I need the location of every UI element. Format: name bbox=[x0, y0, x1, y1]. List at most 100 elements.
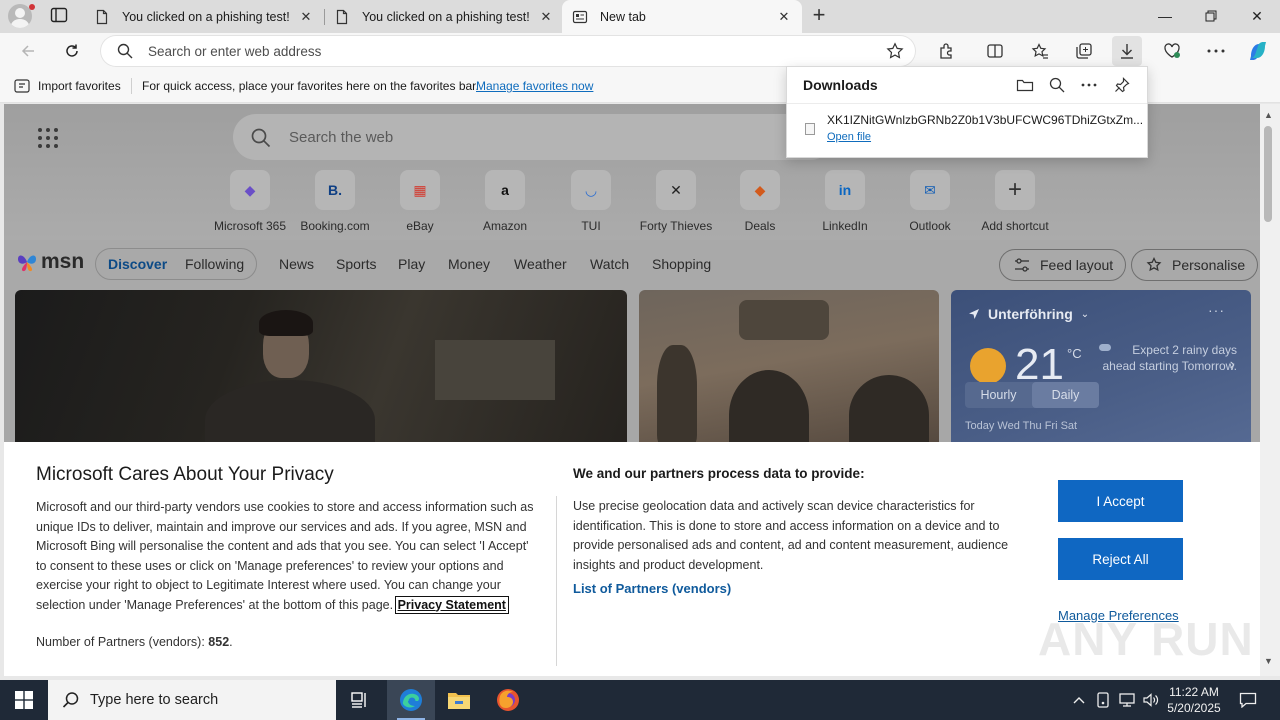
task-view-icon[interactable] bbox=[336, 680, 384, 720]
import-favorites-button[interactable]: Import favorites bbox=[14, 79, 121, 93]
manage-favorites-link[interactable]: Manage favorites now bbox=[476, 79, 593, 93]
back-button[interactable] bbox=[14, 38, 42, 64]
shortcut-item[interactable]: ◡ TUI bbox=[548, 170, 634, 233]
weather-unit[interactable]: °C bbox=[1067, 346, 1082, 361]
start-button[interactable] bbox=[0, 680, 48, 720]
device-icon[interactable] bbox=[1092, 680, 1114, 720]
downloads-title: Downloads bbox=[803, 77, 878, 93]
split-screen-icon[interactable] bbox=[980, 36, 1010, 66]
tab-phishing-1[interactable]: You clicked on a phishing test! ✕ bbox=[84, 0, 324, 33]
pin-icon[interactable] bbox=[1112, 75, 1132, 95]
sunny-icon bbox=[970, 348, 1006, 384]
shortcut-item[interactable]: ◆ Deals bbox=[717, 170, 803, 233]
shortcut-item[interactable]: ✕ Forty Thieves bbox=[633, 170, 719, 233]
news-card-main[interactable] bbox=[15, 290, 627, 450]
extensions-icon[interactable] bbox=[932, 36, 962, 66]
shortcut-label: Booking.com bbox=[300, 219, 370, 233]
scroll-up-arrow-icon[interactable]: ▲ bbox=[1264, 110, 1273, 120]
refresh-button[interactable] bbox=[58, 38, 86, 64]
ebay-icon: ▦ bbox=[400, 170, 440, 210]
weather-more-icon[interactable]: ··· bbox=[1208, 302, 1225, 318]
accept-button[interactable]: I Accept bbox=[1058, 480, 1183, 522]
shortcut-item[interactable]: + Add shortcut bbox=[972, 170, 1058, 233]
edge-taskbar-icon[interactable] bbox=[387, 680, 435, 720]
tray-overflow-chevron-icon[interactable] bbox=[1068, 680, 1090, 720]
file-explorer-icon[interactable] bbox=[435, 680, 483, 720]
tab-hourly[interactable]: Hourly bbox=[965, 382, 1032, 408]
nav-sports[interactable]: Sports bbox=[336, 256, 376, 272]
close-tab-icon[interactable]: ✕ bbox=[538, 9, 554, 25]
news-card-secondary[interactable] bbox=[639, 290, 939, 450]
notifications-icon[interactable] bbox=[1234, 680, 1262, 720]
deals-icon: ◆ bbox=[740, 170, 780, 210]
close-window-button[interactable]: ✕ bbox=[1234, 0, 1280, 32]
taskbar-search-placeholder: Type here to search bbox=[90, 692, 219, 708]
reject-all-button[interactable]: Reject All bbox=[1058, 538, 1183, 580]
downloads-icon[interactable] bbox=[1112, 36, 1142, 66]
shortcut-label: Deals bbox=[744, 219, 776, 233]
close-tab-icon[interactable]: ✕ bbox=[776, 9, 792, 25]
weather-location[interactable]: Unterföhring ⌄ bbox=[968, 306, 1089, 322]
feed-layout-button[interactable]: Feed layout bbox=[999, 249, 1127, 281]
personalise-button[interactable]: Personalise bbox=[1131, 249, 1259, 281]
page-icon bbox=[336, 9, 348, 24]
address-bar[interactable]: Search or enter web address bbox=[100, 35, 916, 67]
scrollbar-thumb[interactable] bbox=[1264, 126, 1272, 222]
shortcut-item[interactable]: in LinkedIn bbox=[802, 170, 888, 233]
nav-shopping[interactable]: Shopping bbox=[652, 256, 711, 272]
network-icon[interactable] bbox=[1116, 680, 1138, 720]
volume-icon[interactable] bbox=[1140, 680, 1162, 720]
shortcut-item[interactable]: B. Booking.com bbox=[292, 170, 378, 233]
close-tab-icon[interactable]: ✕ bbox=[298, 9, 314, 25]
nav-watch[interactable]: Watch bbox=[590, 256, 629, 272]
collections-icon[interactable] bbox=[1069, 36, 1099, 66]
chevron-right-icon[interactable]: › bbox=[1230, 356, 1235, 374]
minimize-button[interactable]: — bbox=[1142, 0, 1188, 32]
list-of-partners-link[interactable]: List of Partners (vendors) bbox=[573, 581, 731, 596]
nav-weather[interactable]: Weather bbox=[514, 256, 567, 272]
system-clock[interactable]: 11:22 AM 5/20/2025 bbox=[1162, 684, 1226, 716]
tab-new-tab[interactable]: New tab ✕ bbox=[562, 0, 802, 33]
favorite-star-icon[interactable] bbox=[886, 42, 904, 60]
page-icon bbox=[96, 9, 108, 24]
msn-logo[interactable]: msn bbox=[16, 250, 84, 274]
web-search-box[interactable]: Search the web bbox=[233, 114, 833, 160]
more-options-icon[interactable] bbox=[1201, 36, 1231, 66]
copilot-icon[interactable] bbox=[1243, 36, 1273, 66]
msn-butterfly-icon bbox=[18, 255, 36, 272]
shortcut-item[interactable]: ✉ Outlook bbox=[887, 170, 973, 233]
privacy-title: Microsoft Cares About Your Privacy bbox=[36, 464, 334, 485]
nav-news[interactable]: News bbox=[279, 256, 314, 272]
favorites-icon[interactable] bbox=[1025, 36, 1055, 66]
tab-daily[interactable]: Daily bbox=[1032, 382, 1099, 408]
downloads-more-icon[interactable] bbox=[1079, 75, 1099, 95]
search-icon bbox=[62, 692, 79, 708]
browser-essentials-icon[interactable] bbox=[1157, 36, 1187, 66]
shortcut-item[interactable]: a Amazon bbox=[462, 170, 548, 233]
tab-discover[interactable]: Discover bbox=[108, 256, 167, 272]
search-downloads-icon[interactable] bbox=[1047, 75, 1067, 95]
page-scrollbar[interactable]: ▲ ▼ bbox=[1260, 104, 1280, 676]
microsoft-365-icon: ◆ bbox=[230, 170, 270, 210]
new-tab-button[interactable]: + bbox=[808, 4, 830, 27]
taskbar-search-box[interactable]: Type here to search bbox=[48, 680, 336, 720]
tab-phishing-2[interactable]: You clicked on a phishing test! ✕ bbox=[324, 0, 564, 33]
privacy-statement-link[interactable]: Privacy Statement bbox=[394, 595, 509, 614]
downloads-divider bbox=[787, 103, 1147, 104]
firefox-icon[interactable] bbox=[484, 680, 532, 720]
address-placeholder: Search or enter web address bbox=[148, 44, 322, 59]
downloaded-file-name[interactable]: XK1IZNitGWnlzbGRNb2Z0b1V3bUFCWC96TDhiZGt… bbox=[827, 113, 1143, 127]
shortcut-item[interactable]: ◆ Microsoft 365 bbox=[207, 170, 293, 233]
nav-money[interactable]: Money bbox=[448, 256, 490, 272]
shortcut-item[interactable]: ▦ eBay bbox=[377, 170, 463, 233]
scroll-down-arrow-icon[interactable]: ▼ bbox=[1264, 656, 1273, 666]
tab-following[interactable]: Following bbox=[185, 256, 244, 272]
nav-play[interactable]: Play bbox=[398, 256, 425, 272]
open-folder-icon[interactable] bbox=[1015, 75, 1035, 95]
weather-card[interactable]: Unterföhring ⌄ ··· 21 °C Expect 2 rainy … bbox=[951, 290, 1251, 450]
app-launcher-icon[interactable] bbox=[38, 128, 58, 148]
tab-actions-icon[interactable] bbox=[50, 7, 70, 25]
open-file-link[interactable]: Open file bbox=[827, 131, 871, 143]
booking-icon: B. bbox=[315, 170, 355, 210]
restore-button[interactable] bbox=[1188, 0, 1234, 32]
